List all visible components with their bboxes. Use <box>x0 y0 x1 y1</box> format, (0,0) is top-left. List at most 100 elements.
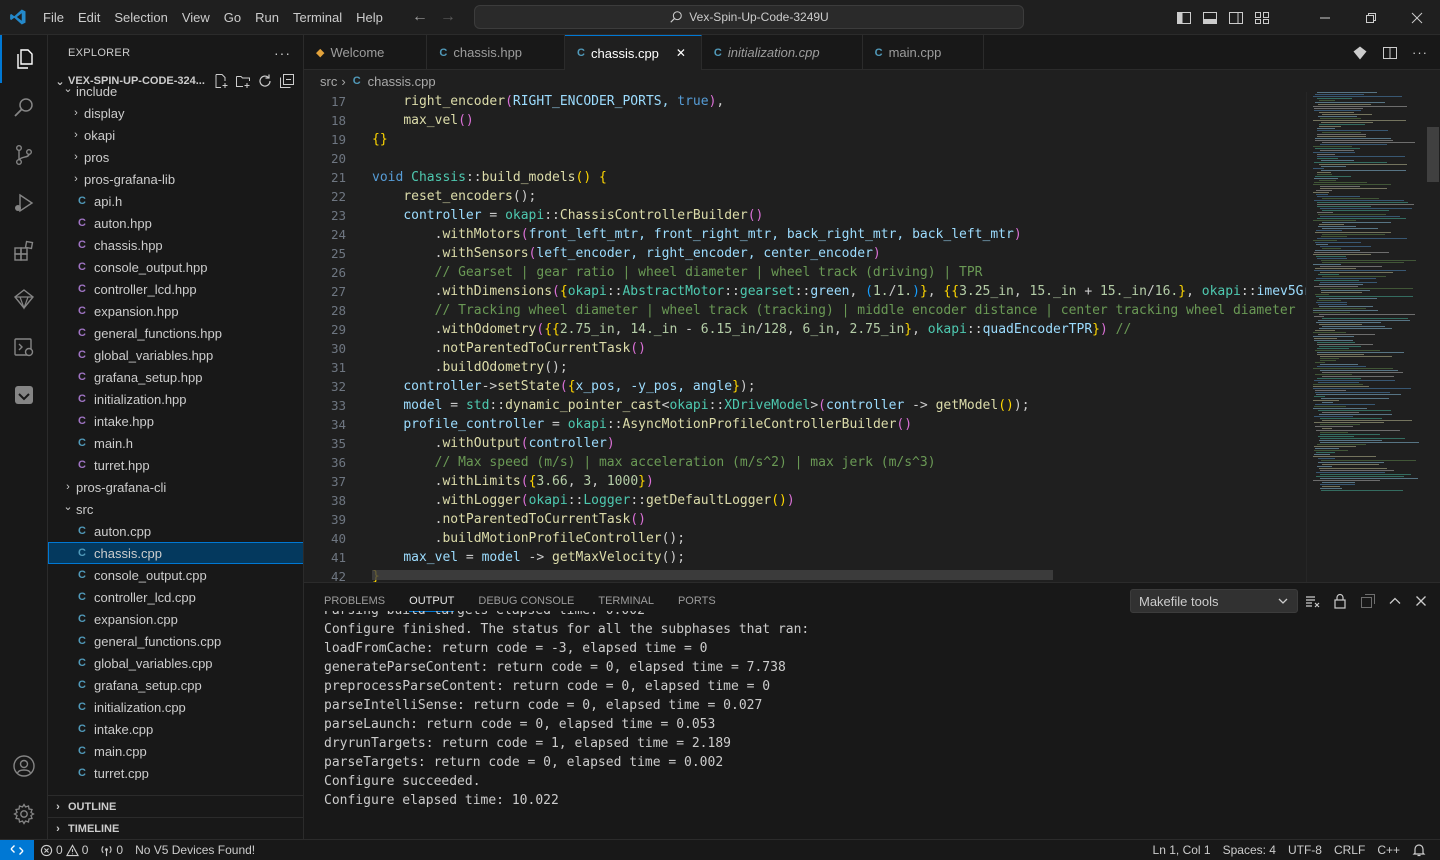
menu-item-terminal[interactable]: Terminal <box>286 0 349 35</box>
code-line[interactable]: model = std::dynamic_pointer_cast<okapi:… <box>372 396 1306 415</box>
code-line[interactable]: // Tracking wheel diameter | wheel track… <box>372 301 1306 320</box>
file-item[interactable]: Cturret.cpp <box>48 762 303 781</box>
menu-item-go[interactable]: Go <box>217 0 248 35</box>
panel-tab-output[interactable]: OUTPUT <box>409 595 455 612</box>
code-line[interactable]: .notParentedToCurrentTask() <box>372 339 1306 358</box>
code-line[interactable]: .withDimensions({okapi::AbstractMotor::g… <box>372 282 1306 301</box>
file-item[interactable]: Cglobal_variables.hpp <box>48 344 303 366</box>
code-line[interactable]: .buildOdometry(); <box>372 358 1306 377</box>
problems-status[interactable]: 0 0 <box>34 843 94 857</box>
file-item[interactable]: Cgrafana_setup.cpp <box>48 674 303 696</box>
more-actions-icon[interactable]: ··· <box>274 45 291 61</box>
panel-tab-terminal[interactable]: TERMINAL <box>598 595 654 607</box>
output-channel-select[interactable]: Makefile tools <box>1130 589 1298 613</box>
indentation-status[interactable]: Spaces: 4 <box>1217 843 1282 857</box>
back-arrow-icon[interactable]: ← <box>412 8 428 26</box>
run-debug-icon[interactable] <box>0 179 48 227</box>
toggle-primary-sidebar-icon[interactable] <box>1176 10 1192 26</box>
explorer-icon[interactable] <box>0 35 48 83</box>
command-center-search[interactable]: Vex-Spin-Up-Code-3249U <box>474 5 1024 29</box>
remote-indicator-icon[interactable] <box>0 839 34 860</box>
code-line[interactable]: .withOdometry({{2.75_in, 14._in - 6.15_i… <box>372 320 1306 339</box>
file-item[interactable]: Cgeneral_functions.cpp <box>48 630 303 652</box>
output-log[interactable]: Parsing build targets elapsed time: 0.00… <box>324 611 1424 836</box>
vertical-scrollbar-thumb[interactable] <box>1427 127 1439 182</box>
file-item[interactable]: Ccontroller_lcd.hpp <box>48 278 303 300</box>
code-area[interactable]: right_encoder(RIGHT_ENCODER_PORTS, true)… <box>372 92 1306 582</box>
file-item[interactable]: Ccontroller_lcd.cpp <box>48 586 303 608</box>
lock-scroll-icon[interactable] <box>1332 593 1348 609</box>
file-item[interactable]: Cintake.hpp <box>48 410 303 432</box>
close-panel-icon[interactable] <box>1414 594 1428 608</box>
clear-output-icon[interactable] <box>1304 593 1320 609</box>
minimize-window-button[interactable] <box>1302 0 1348 35</box>
toggle-secondary-sidebar-icon[interactable] <box>1228 10 1244 26</box>
file-item[interactable]: Cconsole_output.hpp <box>48 256 303 278</box>
tab-main-cpp[interactable]: Cmain.cpp <box>863 35 985 70</box>
editor-more-actions-icon[interactable]: ··· <box>1412 45 1428 60</box>
eol-status[interactable]: CRLF <box>1328 843 1371 857</box>
outline-section[interactable]: › OUTLINE <box>48 795 303 817</box>
horizontal-scrollbar[interactable] <box>372 570 1053 580</box>
code-editor[interactable]: 17 18 19 20 21 22 23 24 25 26 27 28 29 30 31 32 33 34 35 36… <box>304 92 1440 582</box>
code-line[interactable]: // Max speed (m/s) | max acceleration (m… <box>372 453 1306 472</box>
folder-item[interactable]: ⌄ include <box>48 80 303 102</box>
breadcrumb-file[interactable]: chassis.cpp <box>368 74 436 89</box>
manage-gear-icon[interactable] <box>0 790 48 838</box>
menu-item-help[interactable]: Help <box>349 0 390 35</box>
file-item[interactable]: Cauton.hpp <box>48 212 303 234</box>
panel-tab-debug-console[interactable]: DEBUG CONSOLE <box>478 595 574 607</box>
v5-device-status[interactable]: No V5 Devices Found! <box>129 843 261 857</box>
file-item[interactable]: Cinitialization.cpp <box>48 696 303 718</box>
panel-tab-problems[interactable]: PROBLEMS <box>324 595 385 607</box>
tab-initialization-cpp[interactable]: Cinitialization.cpp <box>702 35 863 70</box>
code-line[interactable]: .withLimits({3.66, 3, 1000}) <box>372 472 1306 491</box>
file-item[interactable]: Cchassis.hpp <box>48 234 303 256</box>
menu-item-file[interactable]: File <box>36 0 71 35</box>
tab-chassis-cpp[interactable]: Cchassis.cpp ✕ <box>565 35 702 70</box>
menu-item-view[interactable]: View <box>175 0 217 35</box>
accounts-icon[interactable] <box>0 742 48 790</box>
tab-welcome[interactable]: ◆ Welcome <box>304 35 428 70</box>
menu-item-selection[interactable]: Selection <box>107 0 174 35</box>
menu-item-run[interactable]: Run <box>248 0 286 35</box>
testing-icon[interactable] <box>0 371 48 419</box>
code-line[interactable]: .withMotors(front_left_mtr, front_right_… <box>372 225 1306 244</box>
file-item[interactable]: Cinitialization.hpp <box>48 388 303 410</box>
language-mode-status[interactable]: C++ <box>1371 843 1406 857</box>
code-line[interactable]: .notParentedToCurrentTask() <box>372 510 1306 529</box>
folder-item[interactable]: › okapi <box>48 124 303 146</box>
code-line[interactable]: controller = okapi::ChassisControllerBui… <box>372 206 1306 225</box>
open-output-editor-icon[interactable] <box>1360 593 1376 609</box>
folder-item[interactable]: ⌄ src <box>48 498 303 520</box>
code-line[interactable]: profile_controller = okapi::AsyncMotionP… <box>372 415 1306 434</box>
folder-item[interactable]: › pros <box>48 146 303 168</box>
source-control-icon[interactable] <box>0 131 48 179</box>
file-item[interactable]: Cexpansion.cpp <box>48 608 303 630</box>
file-item[interactable]: Cexpansion.hpp <box>48 300 303 322</box>
file-item[interactable]: Cgrafana_setup.hpp <box>48 366 303 388</box>
folder-item[interactable]: › display <box>48 102 303 124</box>
notifications-bell-icon[interactable] <box>1406 843 1440 857</box>
file-item[interactable]: Cturret.hpp <box>48 454 303 476</box>
maximize-panel-icon[interactable] <box>1388 594 1402 608</box>
file-item[interactable]: Cmain.h <box>48 432 303 454</box>
folder-item[interactable]: › pros-grafana-lib <box>48 168 303 190</box>
panel-tab-ports[interactable]: PORTS <box>678 595 716 607</box>
search-view-icon[interactable] <box>0 83 48 131</box>
file-item[interactable]: Cintake.cpp <box>48 718 303 740</box>
file-item[interactable]: Cauton.cpp <box>48 520 303 542</box>
file-item[interactable]: Capi.h <box>48 190 303 212</box>
close-window-button[interactable] <box>1394 0 1440 35</box>
code-line[interactable]: {} <box>372 130 1306 149</box>
tab-chassis-hpp[interactable]: Cchassis.hpp <box>427 35 566 70</box>
timeline-section[interactable]: › TIMELINE <box>48 817 303 839</box>
minimap[interactable] <box>1306 92 1440 582</box>
file-item[interactable]: Cconsole_output.cpp <box>48 564 303 586</box>
code-line[interactable]: .withOutput(controller) <box>372 434 1306 453</box>
code-line[interactable]: max_vel = model -> getMaxVelocity(); <box>372 548 1306 567</box>
code-line[interactable]: reset_encoders(); <box>372 187 1306 206</box>
file-item[interactable]: Cmain.cpp <box>48 740 303 762</box>
folder-item[interactable]: › pros-grafana-cli <box>48 476 303 498</box>
menu-item-edit[interactable]: Edit <box>71 0 107 35</box>
